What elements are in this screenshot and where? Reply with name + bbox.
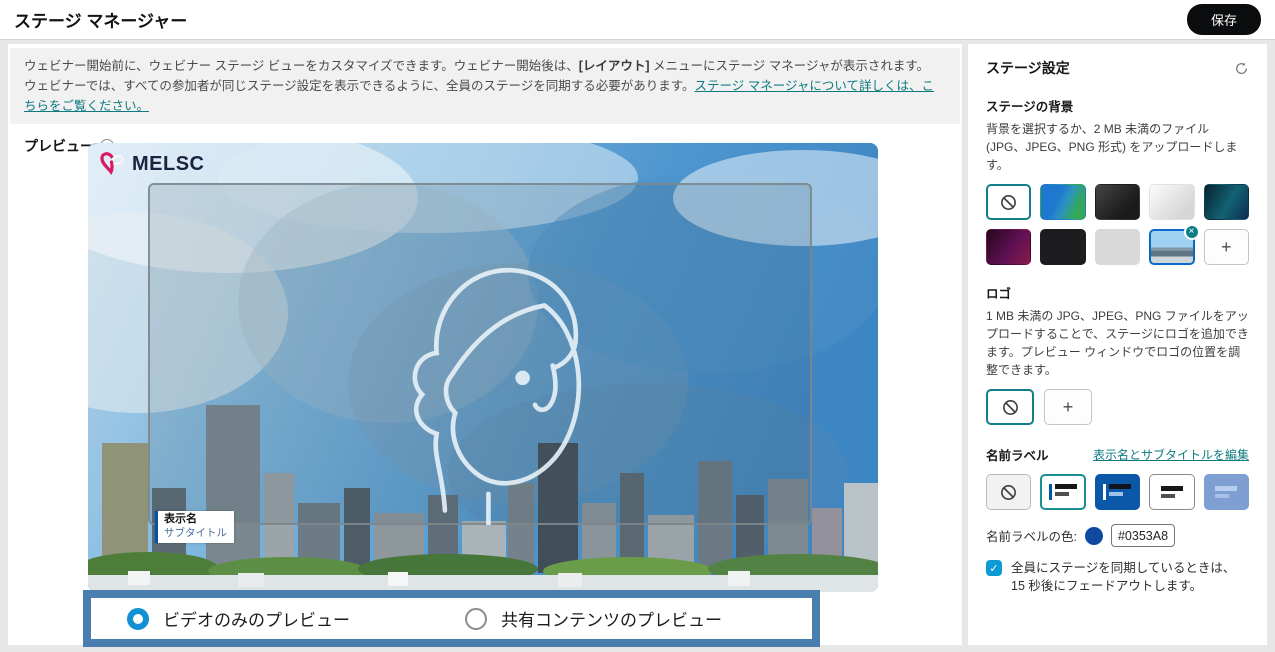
name-label-style-none[interactable] [986, 474, 1031, 510]
page-title: ステージ マネージャー [14, 7, 187, 32]
radio-selected-icon[interactable] [127, 608, 149, 630]
style-preview [1049, 484, 1077, 500]
melsc-heart-icon [100, 151, 127, 177]
logo-section-title: ロゴ [986, 283, 1249, 302]
app-header: ステージ マネージャー 保存 [0, 0, 1275, 40]
name-label-title: 名前ラベル [986, 445, 1049, 464]
fadeout-text: 全員にステージを同期しているときは、15 秒後にフェードアウトします。 [1011, 559, 1249, 595]
logo-none-button[interactable] [986, 389, 1034, 425]
bg-thumbnail-magenta[interactable] [986, 229, 1031, 265]
stage-name-label[interactable]: 表示名 サブタイトル [155, 511, 234, 543]
stage-logo-text: MELSC [132, 153, 205, 176]
radio-video-only-preview[interactable]: ビデオのみのプレビュー [127, 606, 350, 631]
background-thumbnail-grid: × + [986, 184, 1249, 265]
stage-logo[interactable]: MELSC [100, 151, 205, 177]
name-label-style-4[interactable] [1204, 474, 1249, 510]
circle-slash-icon [999, 193, 1018, 212]
stage-background-description: 背景を選択するか、2 MB 未満のファイル (JPG、JPEG、PNG 形式) … [986, 120, 1249, 174]
stage-preview[interactable]: MELSC 表示名 サブタイトル [88, 143, 878, 592]
bg-thumbnail-light-gray[interactable] [1095, 229, 1140, 265]
stage-settings-panel: ステージ設定 ステージの背景 背景を選択するか、2 MB 未満のファイル (JP… [968, 44, 1267, 645]
preview-mode-selector-inner: ビデオのみのプレビュー 共有コンテンツのプレビュー [91, 598, 812, 639]
bg-thumbnail-black[interactable] [1040, 229, 1085, 265]
name-label-style-1-selected[interactable] [1040, 474, 1085, 510]
add-background-button[interactable]: + [1204, 229, 1249, 265]
name-label-color-row: 名前ラベルの色: [986, 524, 1249, 547]
display-name-text: 表示名 [164, 513, 227, 527]
name-label-style-grid [986, 474, 1249, 510]
fadeout-checkbox-checked[interactable]: ✓ [986, 560, 1002, 576]
save-button[interactable]: 保存 [1187, 4, 1261, 35]
add-logo-button[interactable]: + [1044, 389, 1092, 425]
logo-button-row: + [986, 389, 1249, 425]
style-preview [1161, 486, 1183, 498]
bg-thumbnail-none[interactable] [986, 184, 1031, 220]
radio-unselected-icon[interactable] [465, 608, 487, 630]
preview-title: プレビュー [24, 136, 94, 156]
info-line2-text: ウェビナーでは、すべての参加者が同じステージ設定を表示できるように、全員のステー… [24, 79, 695, 93]
info-line1-post: メニューにステージ マネージャが表示されます。 [650, 59, 930, 73]
video-tile[interactable] [148, 183, 812, 525]
fadeout-option-row: ✓ 全員にステージを同期しているときは、15 秒後にフェードアウトします。 [986, 559, 1249, 595]
name-label-style-2[interactable] [1095, 474, 1140, 510]
circle-slash-icon [999, 483, 1018, 502]
name-label-style-3[interactable] [1149, 474, 1194, 510]
color-hex-input[interactable] [1111, 524, 1175, 547]
info-line1-bold: [レイアウト] [579, 59, 650, 73]
logo-section-description: 1 MB 未満の JPG、JPEG、PNG ファイルをアップロードすることで、ス… [986, 307, 1249, 379]
style-preview [1215, 486, 1237, 498]
info-line1-pre: ウェビナー開始前に、ウェビナー ステージ ビューをカスタマイズできます。ウェビナ… [24, 59, 579, 73]
style-preview [1103, 484, 1131, 500]
radio-shared-content-preview[interactable]: 共有コンテンツのプレビュー [465, 606, 722, 631]
stage-settings-title: ステージ設定 [986, 58, 1070, 78]
edit-display-name-link[interactable]: 表示名とサブタイトルを編集 [1093, 446, 1249, 463]
color-swatch[interactable] [1085, 527, 1103, 545]
bg-thumbnail-cityscape-selected[interactable]: × [1149, 229, 1194, 265]
stage-background-title: ステージの背景 [986, 96, 1249, 115]
bg-thumbnail-light-silver[interactable] [1149, 184, 1194, 220]
subtitle-text: サブタイトル [164, 527, 227, 540]
avatar-placeholder-icon [380, 235, 630, 525]
refresh-icon[interactable] [1234, 61, 1249, 76]
main-panel: ウェビナー開始前に、ウェビナー ステージ ビューをカスタマイズできます。ウェビナ… [8, 44, 962, 645]
bg-thumbnail-blue-green[interactable] [1040, 184, 1085, 220]
stage-settings-header: ステージ設定 [986, 58, 1249, 78]
radio-video-only-label: ビデオのみのプレビュー [163, 606, 350, 631]
preview-mode-selector: ビデオのみのプレビュー 共有コンテンツのプレビュー [83, 590, 820, 647]
radio-shared-content-label: 共有コンテンツのプレビュー [501, 606, 722, 631]
remove-background-icon[interactable]: × [1184, 224, 1200, 240]
circle-slash-icon [1001, 398, 1020, 417]
name-label-header: 名前ラベル 表示名とサブタイトルを編集 [986, 445, 1249, 464]
name-label-color-label: 名前ラベルの色: [986, 526, 1077, 545]
bg-thumbnail-dark-teal[interactable] [1204, 184, 1249, 220]
info-banner: ウェビナー開始前に、ウェビナー ステージ ビューをカスタマイズできます。ウェビナ… [10, 48, 960, 124]
bg-thumbnail-dark-gray[interactable] [1095, 184, 1140, 220]
